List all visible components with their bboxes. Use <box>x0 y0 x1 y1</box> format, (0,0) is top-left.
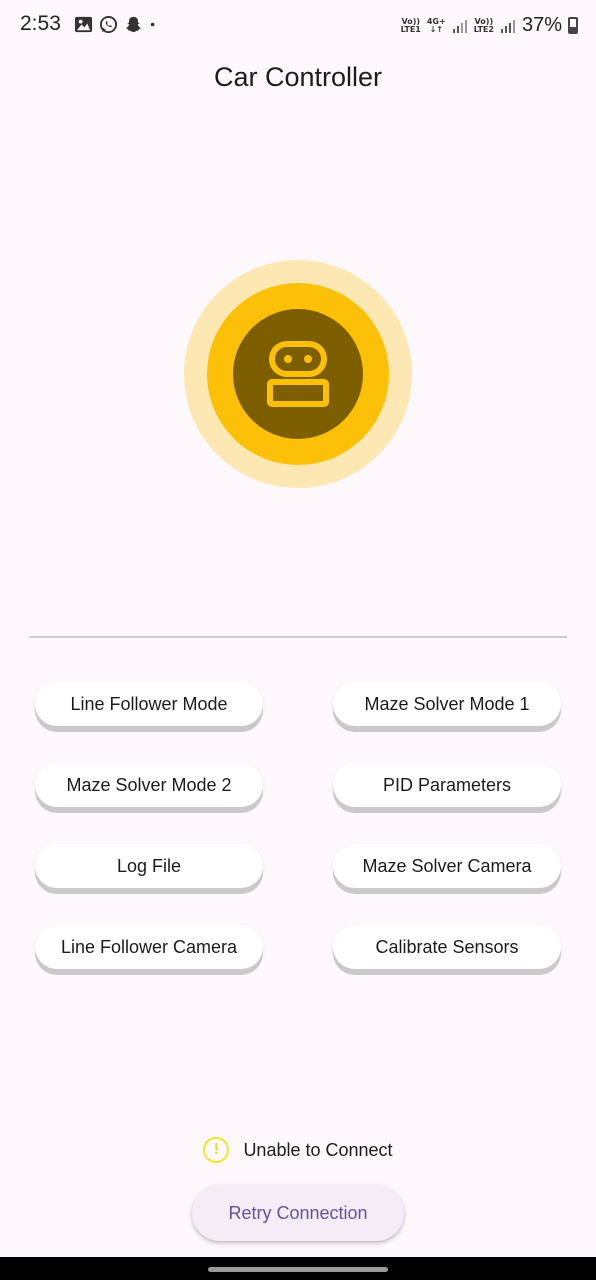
line-follower-mode-button[interactable]: Line Follower Mode <box>35 682 263 726</box>
gallery-icon <box>74 16 93 33</box>
sim1-volte-icon: Vo)) LTE1 <box>400 16 421 34</box>
status-bar: 2:53 Vo)) LTE1 4G+ ↓↑ Vo)) LTE2 37% <box>0 0 596 52</box>
pid-parameters-button[interactable]: PID Parameters <box>333 763 561 807</box>
maze-solver-camera-button[interactable]: Maze Solver Camera <box>333 844 561 888</box>
sim2-volte-icon: Vo)) LTE2 <box>473 16 494 34</box>
signal-icon-2 <box>500 19 515 33</box>
retry-connection-button[interactable]: Retry Connection <box>192 1185 404 1241</box>
maze-solver-mode-1-button[interactable]: Maze Solver Mode 1 <box>333 682 561 726</box>
connection-status: ! Unable to Connect <box>0 1137 596 1163</box>
log-file-button[interactable]: Log File <box>35 844 263 888</box>
signal-icon <box>452 19 467 33</box>
warning-icon: ! <box>203 1137 230 1163</box>
system-indicators: Vo)) LTE1 4G+ ↓↑ Vo)) LTE2 37% <box>401 14 578 37</box>
battery-percentage: 37% <box>521 14 562 36</box>
network-type-icon: 4G+ ↓↑ <box>426 16 446 34</box>
status-time: 2:53 <box>20 12 61 35</box>
notification-icons <box>74 15 161 34</box>
snapchat-icon <box>125 16 142 33</box>
whatsapp-icon <box>99 15 118 34</box>
connection-status-text: Unable to Connect <box>243 1139 393 1160</box>
divider <box>29 636 567 638</box>
robot-icon <box>267 341 329 407</box>
home-gesture-handle[interactable] <box>208 1267 388 1272</box>
page-title: Car Controller <box>213 62 383 92</box>
battery-icon <box>568 17 578 34</box>
line-follower-camera-button[interactable]: Line Follower Camera <box>35 925 263 969</box>
dot-icon <box>150 22 155 27</box>
maze-solver-mode-2-button[interactable]: Maze Solver Mode 2 <box>35 763 263 807</box>
calibrate-sensors-button[interactable]: Calibrate Sensors <box>333 925 561 969</box>
